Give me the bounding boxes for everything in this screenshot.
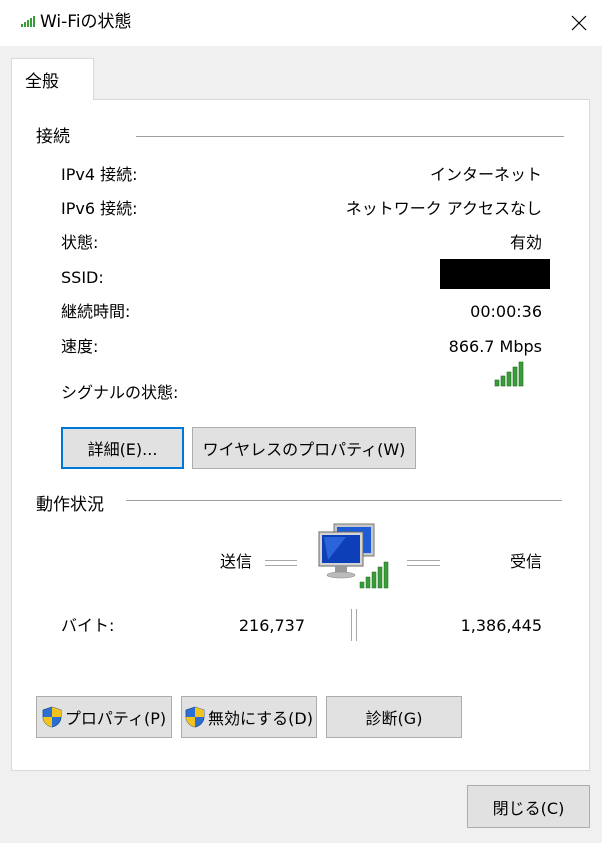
- speed-value: 866.7 Mbps: [448, 337, 542, 356]
- received-label: 受信: [509, 552, 542, 571]
- activity-group-label: 動作状況: [36, 495, 104, 515]
- close-icon: [571, 15, 587, 31]
- tab-general-label: 全般: [25, 72, 59, 92]
- bytes-label: バイト:: [61, 616, 115, 635]
- connection-group-label: 接続: [36, 127, 70, 147]
- ssid-redacted-value: [440, 259, 550, 289]
- tab-general[interactable]: 全般: [11, 58, 94, 100]
- close-button[interactable]: 閉じる(C): [467, 785, 590, 828]
- sent-label: 送信: [220, 552, 253, 571]
- title-bar: Wi-Fiの状態: [0, 0, 602, 46]
- network-computers-icon: [318, 523, 389, 589]
- media-state-value: 有効: [509, 233, 542, 252]
- media-state-label: 状態:: [61, 233, 99, 252]
- connection-group-divider: [136, 136, 564, 137]
- bytes-divider: [351, 609, 357, 641]
- signal-quality-icon: [494, 361, 524, 387]
- ssid-label: SSID:: [61, 268, 104, 287]
- wireless-properties-button-label: ワイヤレスのプロパティ(W): [202, 440, 406, 459]
- duration-label: 継続時間:: [61, 302, 131, 321]
- close-window-button[interactable]: [556, 0, 602, 46]
- uac-shield-icon: [185, 706, 205, 728]
- received-connector-line: [407, 560, 440, 566]
- duration-value: 00:00:36: [470, 302, 542, 321]
- wifi-signal-icon: [21, 16, 35, 27]
- properties-button-label: プロパティ(P): [64, 709, 167, 728]
- disable-button[interactable]: 無効にする(D): [181, 696, 317, 738]
- uac-shield-icon: [42, 706, 62, 728]
- details-button[interactable]: 詳細(E)...: [61, 427, 184, 469]
- bytes-received-value: 1,386,445: [460, 616, 542, 635]
- properties-button[interactable]: プロパティ(P): [36, 696, 172, 738]
- ipv4-label: IPv4 接続:: [61, 165, 138, 184]
- window-title: Wi-Fiの状態: [40, 12, 132, 32]
- signal-quality-label: シグナルの状態:: [61, 383, 179, 402]
- activity-group-divider: [126, 500, 562, 501]
- ipv6-label: IPv6 接続:: [61, 199, 138, 218]
- ipv6-value: ネットワーク アクセスなし: [345, 199, 542, 218]
- close-button-label: 閉じる(C): [492, 798, 565, 818]
- diagnose-button[interactable]: 診断(G): [326, 696, 462, 738]
- bytes-sent-value: 216,737: [238, 616, 305, 635]
- wireless-properties-button[interactable]: ワイヤレスのプロパティ(W): [192, 427, 416, 469]
- diagnose-button-label: 診断(G): [365, 709, 423, 728]
- disable-button-label: 無効にする(D): [208, 709, 313, 728]
- speed-label: 速度:: [61, 337, 99, 356]
- details-button-label: 詳細(E)...: [87, 440, 158, 459]
- sent-connector-line: [265, 560, 297, 566]
- ipv4-value: インターネット: [429, 165, 542, 184]
